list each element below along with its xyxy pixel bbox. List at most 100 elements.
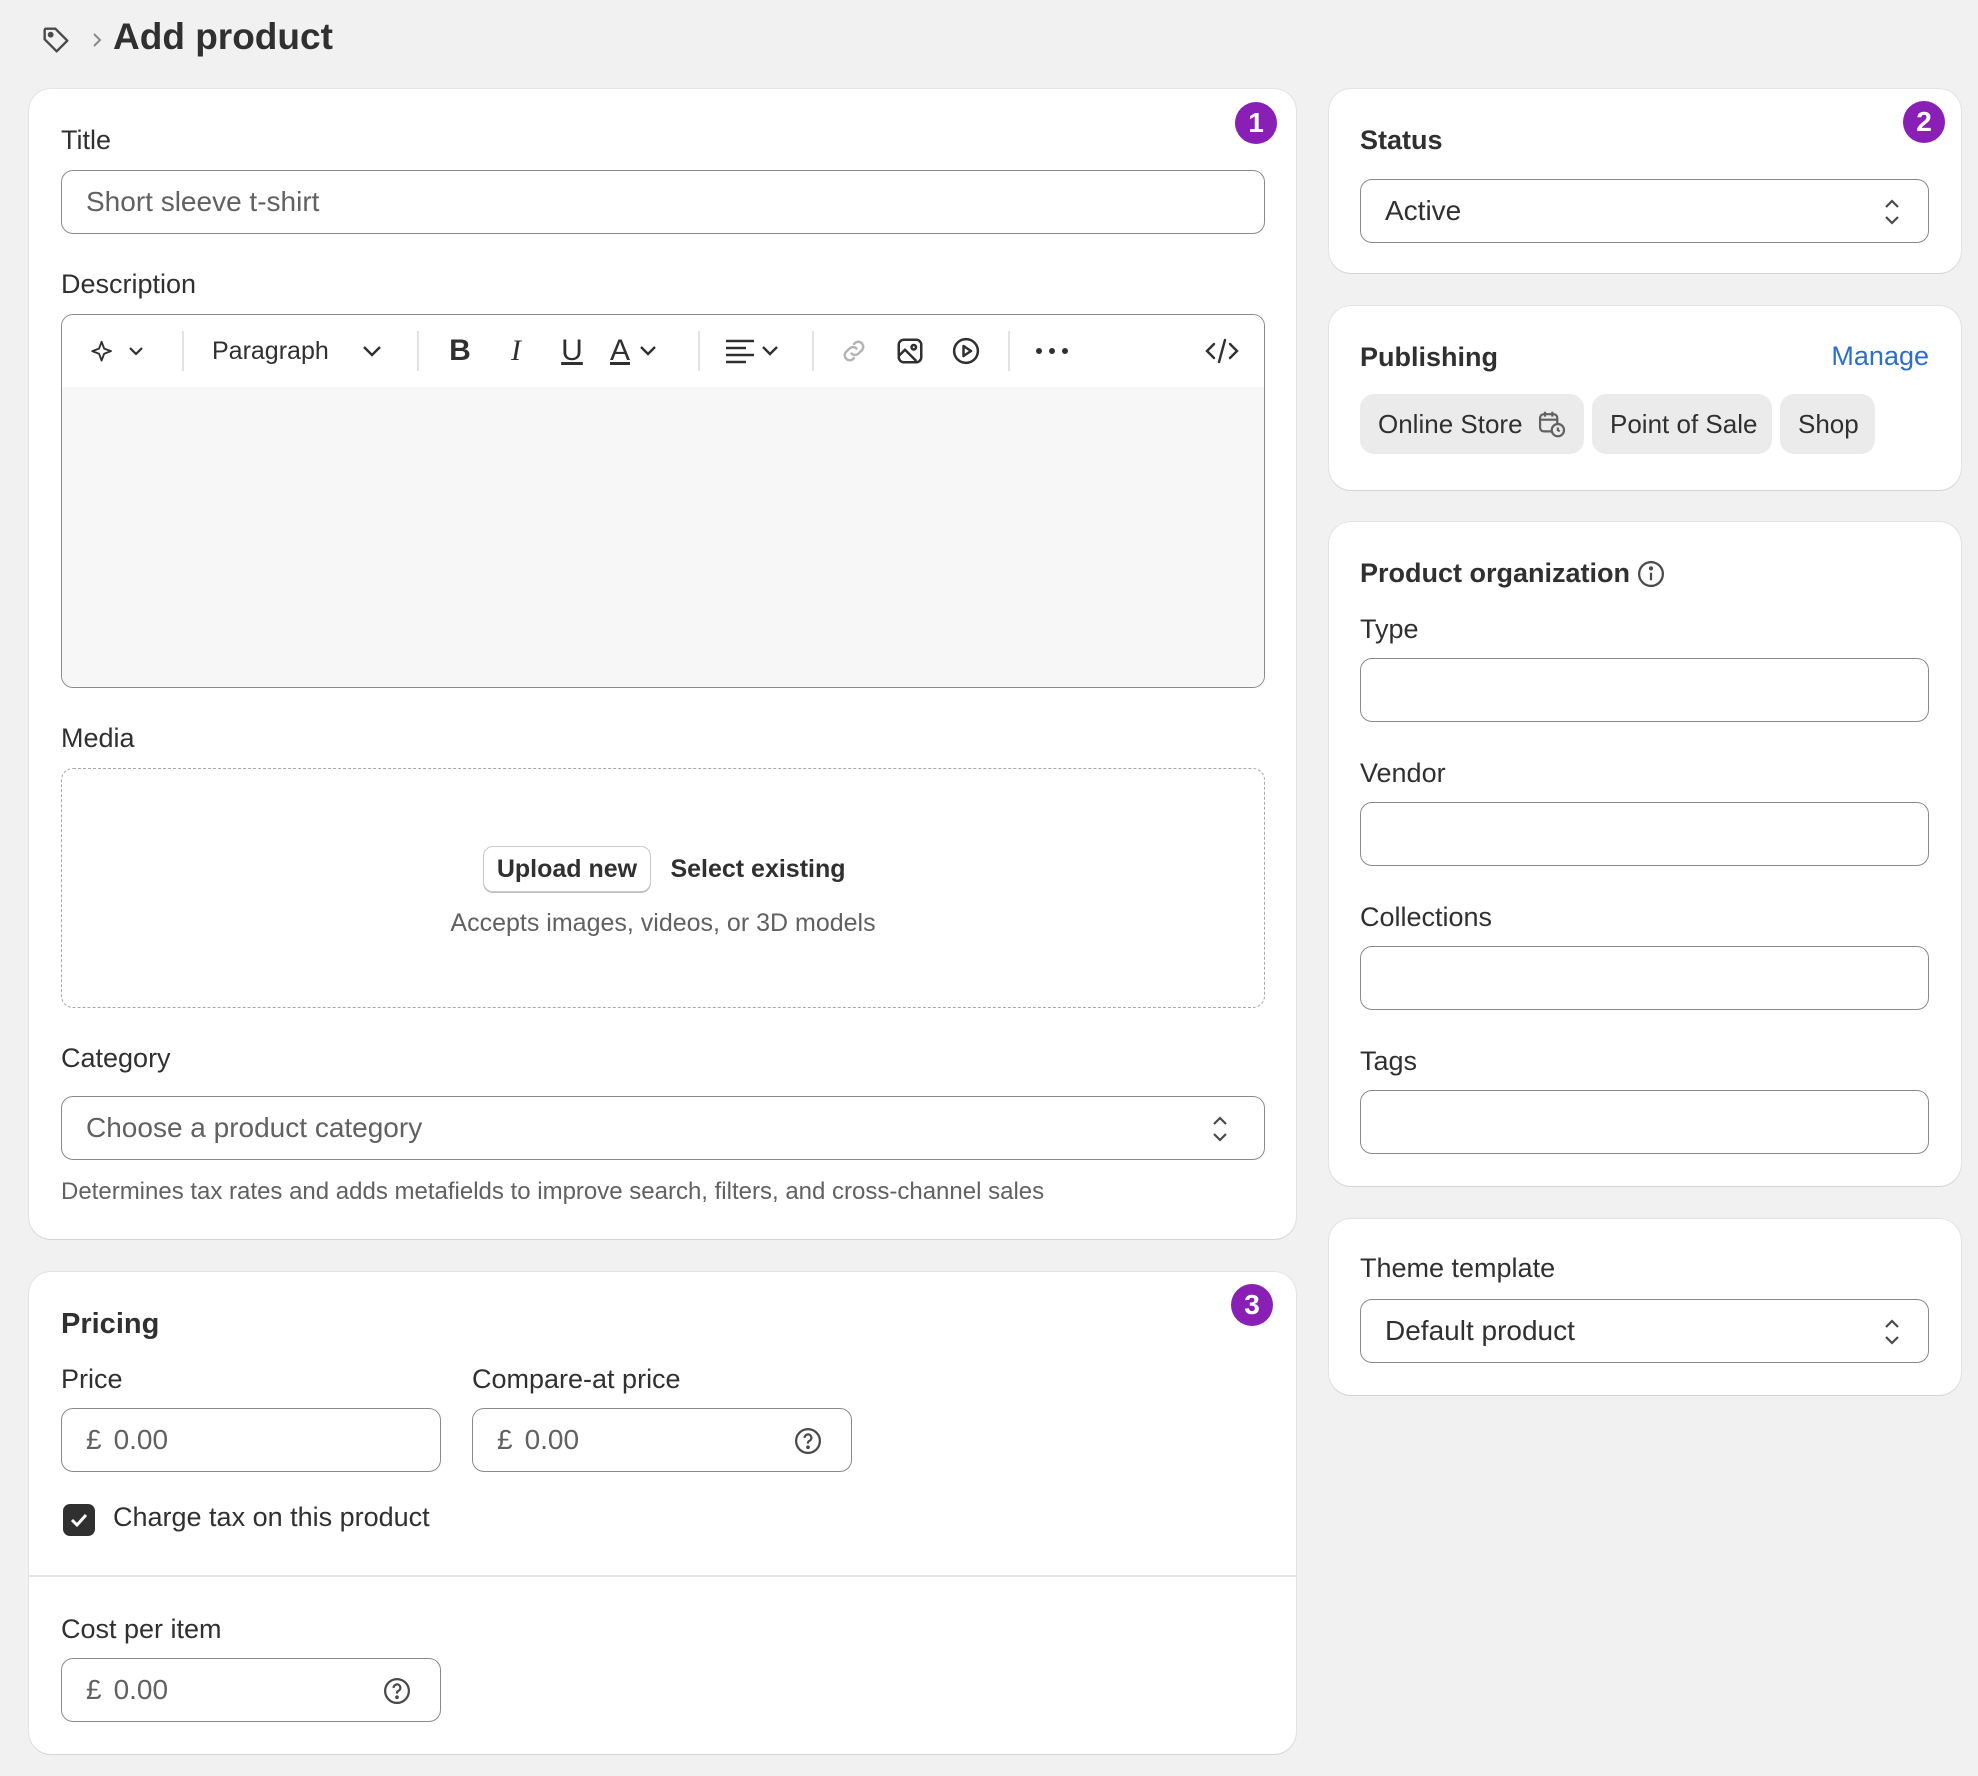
chevron-down-icon	[640, 346, 656, 356]
paragraph-label: Paragraph	[212, 336, 329, 365]
chevron-down-icon	[762, 346, 778, 356]
magic-icon[interactable]	[86, 335, 150, 367]
channel-label: Point of Sale	[1610, 408, 1758, 439]
select-arrows-icon	[1213, 1116, 1227, 1142]
tags-label: Tags	[1360, 1046, 1418, 1076]
divider	[29, 1575, 1296, 1577]
compare-at-price-input[interactable]: £ 0.00	[472, 1408, 852, 1472]
toolbar-separator	[182, 331, 184, 371]
step-badge: 1	[1235, 102, 1277, 144]
help-icon[interactable]	[793, 1426, 823, 1456]
channel-label: Online Store	[1378, 408, 1523, 439]
link-icon[interactable]	[838, 335, 870, 367]
publishing-card: Publishing Manage Online Store Point of …	[1329, 306, 1961, 490]
compare-at-price-placeholder: 0.00	[524, 1424, 580, 1455]
vendor-label: Vendor	[1360, 758, 1446, 788]
text-color-icon[interactable]: A	[610, 334, 674, 367]
category-label: Category	[61, 1043, 171, 1073]
checkmark-icon	[70, 1513, 88, 1528]
tags-input[interactable]	[1360, 1090, 1929, 1154]
toolbar-separator	[812, 331, 814, 371]
toolbar-separator	[417, 331, 419, 371]
category-placeholder: Choose a product category	[86, 1112, 423, 1143]
product-organization-card: Product organization Type Vendor Collect…	[1329, 522, 1961, 1186]
title-label: Title	[61, 125, 112, 155]
charge-tax-label: Charge tax on this product	[113, 1502, 430, 1532]
info-icon[interactable]	[1636, 559, 1666, 589]
underline-icon[interactable]: U	[556, 334, 588, 367]
paragraph-dropdown[interactable]: Paragraph	[212, 335, 402, 367]
charge-tax-row[interactable]: Charge tax on this product	[61, 1500, 561, 1540]
media-hint: Accepts images, videos, or 3D models	[450, 909, 876, 937]
category-help-text: Determines tax rates and adds metafields…	[61, 1178, 1045, 1205]
channel-label: Shop	[1798, 408, 1859, 439]
chevron-right-icon	[88, 30, 106, 50]
more-icon[interactable]	[1032, 335, 1072, 367]
cost-per-item-placeholder: 0.00	[113, 1674, 169, 1705]
collections-input[interactable]	[1360, 946, 1929, 1010]
toolbar-separator	[698, 331, 700, 371]
vendor-input[interactable]	[1360, 802, 1929, 866]
theme-template-card: Theme template Default product	[1329, 1219, 1961, 1395]
tag-icon[interactable]	[40, 24, 72, 56]
media-label: Media	[61, 723, 135, 753]
description-content-area[interactable]	[62, 387, 1264, 687]
pricing-heading: Pricing	[61, 1308, 160, 1340]
description-editor[interactable]: Paragraph B I U A	[61, 314, 1265, 688]
chevron-down-icon	[362, 346, 381, 357]
breadcrumb: Add product	[40, 14, 640, 64]
italic-icon[interactable]: I	[500, 334, 532, 367]
publishing-heading: Publishing	[1360, 342, 1498, 372]
product-details-card: 1 Title Short sleeve t-shirt Description…	[29, 89, 1296, 1239]
manage-link[interactable]: Manage	[1831, 341, 1929, 372]
step-badge: 3	[1231, 1284, 1273, 1326]
select-existing-button[interactable]: Select existing	[658, 846, 858, 892]
video-icon[interactable]	[950, 335, 982, 367]
cost-per-item-input[interactable]: £ 0.00	[61, 1658, 441, 1722]
currency-symbol: £	[497, 1424, 513, 1455]
currency-symbol: £	[86, 1674, 102, 1705]
select-existing-label: Select existing	[670, 854, 846, 883]
price-placeholder: 0.00	[113, 1424, 169, 1455]
image-icon[interactable]	[894, 335, 926, 367]
editor-toolbar: Paragraph B I U A	[62, 315, 1264, 387]
currency-symbol: £	[86, 1424, 102, 1455]
type-label: Type	[1360, 614, 1419, 644]
product-organization-heading: Product organization	[1360, 558, 1630, 588]
charge-tax-checkbox[interactable]	[63, 1504, 95, 1536]
status-card: 2 Status Active	[1329, 89, 1961, 273]
media-dropzone[interactable]: Upload new Select existing Accepts image…	[61, 768, 1265, 1008]
channel-shop[interactable]: Shop	[1780, 394, 1875, 454]
collections-label: Collections	[1360, 902, 1493, 932]
cost-per-item-label: Cost per item	[61, 1614, 222, 1644]
select-arrows-icon	[1885, 199, 1899, 225]
description-label: Description	[61, 269, 197, 299]
toolbar-separator	[1008, 331, 1010, 371]
status-heading: Status	[1360, 125, 1443, 155]
code-icon[interactable]	[1204, 335, 1240, 367]
help-icon[interactable]	[382, 1676, 412, 1706]
title-input[interactable]: Short sleeve t-shirt	[61, 170, 1265, 234]
align-icon[interactable]	[724, 335, 784, 367]
theme-template-select[interactable]: Default product	[1360, 1299, 1929, 1363]
theme-template-value: Default product	[1385, 1315, 1575, 1346]
select-arrows-icon	[1885, 1319, 1899, 1345]
calendar-clock-icon	[1538, 411, 1565, 438]
price-label: Price	[61, 1364, 123, 1394]
type-input[interactable]	[1360, 658, 1929, 722]
bold-icon[interactable]: B	[444, 334, 476, 367]
category-select[interactable]: Choose a product category	[61, 1096, 1265, 1160]
channel-online-store[interactable]: Online Store	[1360, 394, 1584, 454]
page-title: Add product	[113, 16, 333, 57]
pricing-card: 3 Pricing Price £ 0.00 Compare-at price …	[29, 1272, 1296, 1754]
upload-new-button[interactable]: Upload new	[483, 846, 651, 892]
status-value: Active	[1385, 195, 1462, 226]
channel-point-of-sale[interactable]: Point of Sale	[1592, 394, 1772, 454]
step-badge: 2	[1903, 101, 1945, 143]
price-input[interactable]: £ 0.00	[61, 1408, 441, 1472]
title-placeholder: Short sleeve t-shirt	[86, 186, 320, 217]
status-select[interactable]: Active	[1360, 179, 1929, 243]
compare-at-price-label: Compare-at price	[472, 1364, 681, 1394]
upload-new-label: Upload new	[496, 854, 638, 883]
theme-template-label: Theme template	[1360, 1253, 1556, 1283]
